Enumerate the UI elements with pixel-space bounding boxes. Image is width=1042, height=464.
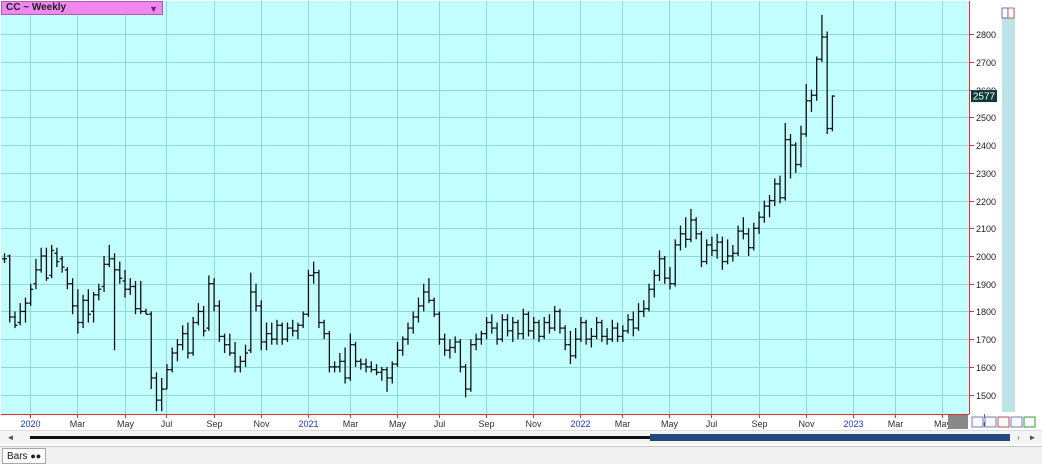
- bars-tab[interactable]: Bars ●●: [2, 448, 47, 464]
- horizontal-scrollbar[interactable]: ◄ › ►: [0, 430, 1042, 444]
- status-bar: Bars ●●: [0, 446, 1042, 464]
- glasses-icon: ●●: [30, 451, 42, 461]
- x-tick-label: Nov: [253, 419, 270, 429]
- symbol-selector[interactable]: CC ~ Weekly ▼: [1, 1, 163, 15]
- nav-button-5[interactable]: [1023, 416, 1036, 428]
- y-tick-label: 1900: [976, 280, 996, 290]
- corner-box[interactable]: [948, 415, 968, 429]
- x-tick-label: 2023: [843, 419, 863, 429]
- x-tick-label: Sep: [751, 419, 767, 429]
- right-scrollbar-track[interactable]: [1002, 8, 1015, 412]
- scroll-right-end-icon[interactable]: ›: [1014, 433, 1023, 442]
- y-tick-label: 1800: [976, 307, 996, 317]
- x-tick-label: Nov: [525, 419, 542, 429]
- x-tick-label: May: [661, 419, 679, 429]
- y-tick-label: 2700: [976, 58, 996, 68]
- y-tick-label: 2400: [976, 141, 996, 151]
- y-tick-label: 2000: [976, 252, 996, 262]
- nav-button-4[interactable]: [1010, 416, 1023, 428]
- x-tick-label: Sep: [478, 419, 494, 429]
- last-price-tag: 2577: [971, 90, 997, 103]
- price-chart[interactable]: 1500 1600 1700 1800 1900 2000 2100 2200 2300 2400…: [0, 0, 1042, 430]
- scale-button-right[interactable]: [1007, 7, 1015, 19]
- x-tick-label: 2021: [298, 419, 318, 429]
- y-tick-label: 1500: [976, 391, 996, 401]
- x-tick-label: Mar: [888, 419, 904, 429]
- scale-button-left[interactable]: [1001, 7, 1009, 19]
- symbol-title: CC ~ Weekly: [6, 2, 67, 13]
- x-tick-label: May: [389, 419, 407, 429]
- chevron-down-icon[interactable]: ▼: [149, 3, 158, 15]
- x-tick-label: Mar: [615, 419, 631, 429]
- y-tick-label: 2300: [976, 169, 996, 179]
- scroll-right-icon[interactable]: ►: [1028, 433, 1037, 442]
- scroll-thumb[interactable]: [650, 434, 1010, 441]
- scroll-track[interactable]: [30, 436, 650, 439]
- x-tick-label: Jul: [434, 419, 446, 429]
- nav-button-2[interactable]: [984, 416, 997, 428]
- last-price-value: 2577: [973, 92, 996, 103]
- x-tick-label: Sep: [206, 419, 222, 429]
- nav-button-3[interactable]: [997, 416, 1010, 428]
- x-tick-label: Mar: [343, 419, 359, 429]
- x-tick-label: 2020: [20, 419, 40, 429]
- x-tick-label: Jul: [706, 419, 718, 429]
- y-tick-label: 1700: [976, 335, 996, 345]
- bars-tab-label: Bars: [7, 451, 28, 462]
- y-tick-label: 1600: [976, 363, 996, 373]
- scroll-left-icon[interactable]: ◄: [6, 433, 15, 442]
- y-tick-label: 2500: [976, 113, 996, 123]
- nav-button-1[interactable]: [971, 416, 984, 428]
- nav-buttons[interactable]: [971, 416, 1036, 428]
- y-tick-label: 2100: [976, 224, 996, 234]
- x-tick-label: 2022: [570, 419, 590, 429]
- x-tick-label: May: [117, 419, 135, 429]
- y-tick-label: 2800: [976, 30, 996, 40]
- x-tick-label: Nov: [798, 419, 815, 429]
- x-tick-label: Jul: [161, 419, 173, 429]
- x-tick-label: Mar: [70, 419, 86, 429]
- y-tick-label: 2200: [976, 197, 996, 207]
